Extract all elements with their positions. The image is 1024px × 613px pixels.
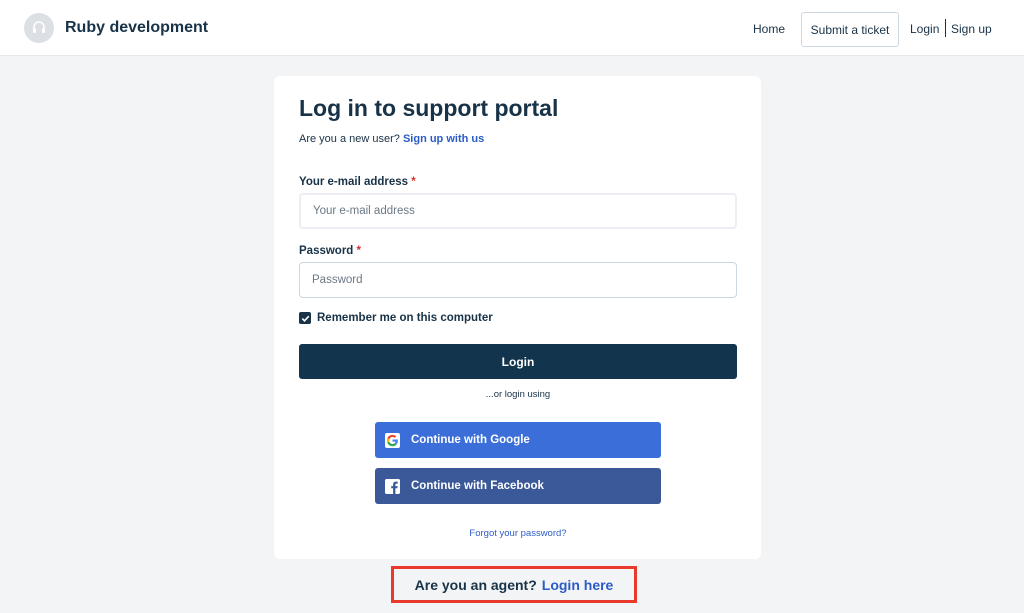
email-label-text: Your e-mail address (299, 176, 409, 188)
nav-divider (945, 19, 946, 37)
login-button[interactable]: Login (299, 344, 737, 379)
top-navigation-bar: Ruby development Home Submit a ticket Lo… (0, 0, 1024, 56)
headset-icon[interactable] (24, 13, 54, 43)
google-button-label: Continue with Google (411, 434, 530, 446)
forgot-password-link[interactable]: Forgot your password? (299, 528, 737, 539)
nav-login-link[interactable]: Login (910, 22, 939, 36)
remember-me-label[interactable]: Remember me on this computer (317, 312, 493, 324)
new-user-prompt: Are you a new user? Sign up with us (299, 133, 484, 145)
google-icon (385, 432, 400, 448)
password-field[interactable] (299, 262, 737, 298)
or-login-using-text: ...or login using (485, 389, 551, 400)
brand-name[interactable]: Ruby development (65, 19, 208, 37)
facebook-icon (385, 478, 400, 494)
remember-me: Remember me on this computer (299, 312, 493, 324)
agent-prompt: Are you an agent? (414, 576, 537, 593)
email-label: Your e-mail address * (299, 176, 416, 188)
check-icon (301, 315, 309, 322)
facebook-button-label: Continue with Facebook (411, 480, 544, 492)
continue-with-google-button[interactable]: Continue with Google (375, 422, 661, 458)
continue-with-facebook-button[interactable]: Continue with Facebook (375, 468, 661, 504)
required-marker: * (411, 176, 416, 188)
remember-me-checkbox[interactable] (299, 312, 311, 324)
required-marker: * (356, 245, 362, 257)
new-user-text: Are you a new user? (299, 133, 400, 145)
nav-signup-link[interactable]: Sign up (951, 22, 992, 36)
password-label: Password * (299, 245, 361, 257)
email-field[interactable] (299, 193, 737, 229)
agent-login-highlight: Are you an agent? Login here (391, 566, 637, 603)
submit-ticket-button[interactable]: Submit a ticket (801, 12, 899, 47)
page-title: Log in to support portal (299, 95, 559, 121)
agent-login-link[interactable]: Login here (542, 577, 614, 593)
password-label-text: Password (299, 245, 354, 257)
signup-link[interactable]: Sign up with us (403, 133, 484, 145)
nav-home-link[interactable]: Home (753, 22, 785, 36)
